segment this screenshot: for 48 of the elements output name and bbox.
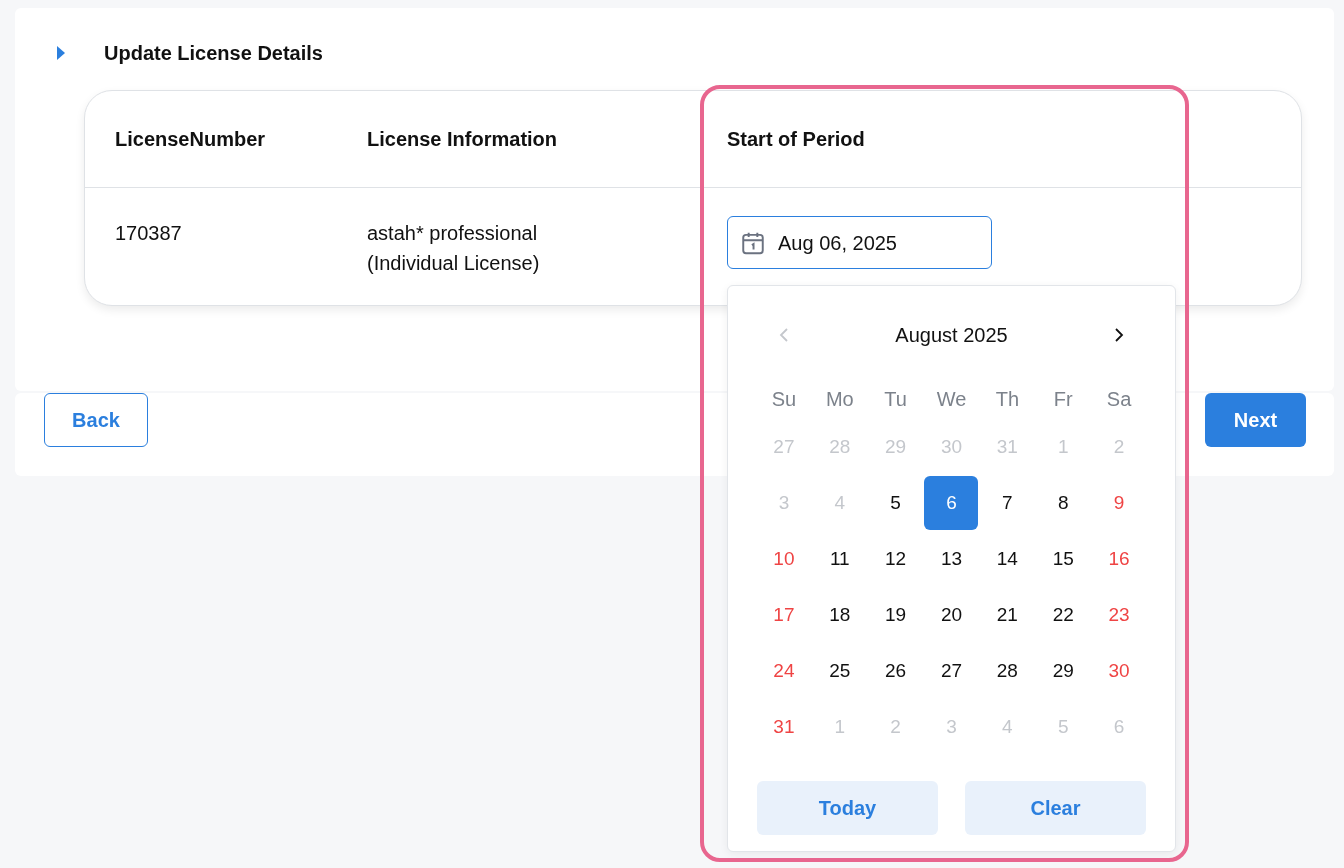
table-cell-text: astah* professional [367,221,539,246]
column-header: License Information [367,128,558,150]
calendar-day[interactable]: 13 [924,532,979,586]
weekday-label: We [936,387,967,412]
section-title: Update License Details [104,40,323,66]
calendar-day[interactable]: 18 [812,588,867,642]
table-cell-text: (Individual License) [367,251,541,276]
calendar-day[interactable]: 6 [924,476,979,530]
calendar-day[interactable]: 23 [1092,588,1147,642]
today-button[interactable]: Today [757,781,938,835]
calendar-day[interactable]: 5 [868,476,923,530]
calendar-day[interactable]: 9 [1092,476,1147,530]
table-cell: 170387 [115,222,182,244]
calendar-day[interactable]: 19 [868,588,923,642]
calendar-day[interactable]: 12 [868,532,923,586]
calendar-day[interactable]: 28 [980,644,1035,698]
column-header: Start of Period [727,128,865,150]
expand-triangle-icon[interactable] [56,45,65,60]
weekday-label: Tu [884,387,907,412]
weekday-label: Mo [825,387,854,412]
weekday-label: Su [771,387,797,412]
calendar-day[interactable]: 27 [924,644,979,698]
calendar-day[interactable]: 11 [812,532,867,586]
calendar-day[interactable]: 21 [980,588,1035,642]
calendar-day[interactable]: 17 [756,588,811,642]
month-title: August 2025 [895,323,1008,348]
calendar-day[interactable]: 10 [756,532,811,586]
calendar-day[interactable]: 24 [756,644,811,698]
calendar-day[interactable]: 8 [1036,476,1091,530]
calendar-day[interactable]: 26 [868,644,923,698]
weekday-label: Fr [1053,387,1073,412]
column-header: LicenseNumber [115,128,266,150]
calendar-day[interactable]: 16 [1092,532,1147,586]
next-button[interactable]: Next [1205,393,1306,447]
clear-button[interactable]: Clear [965,781,1146,835]
calendar-day[interactable]: 29 [1036,644,1091,698]
calendar-day[interactable]: 31 [756,700,811,754]
calendar-day[interactable]: 25 [812,644,867,698]
calendar-day[interactable]: 20 [924,588,979,642]
calendar-day[interactable]: 15 [1036,532,1091,586]
weekday-label: Sa [1106,387,1132,412]
calendar-day[interactable]: 14 [980,532,1035,586]
weekday-label: Th [995,387,1019,412]
date-field[interactable]: Aug 06, 2025 [727,216,992,269]
back-button[interactable]: Back [44,393,148,447]
calendar-day[interactable]: 22 [1036,588,1091,642]
calendar-day[interactable]: 30 [1092,644,1147,698]
calendar-day[interactable]: 7 [980,476,1035,530]
